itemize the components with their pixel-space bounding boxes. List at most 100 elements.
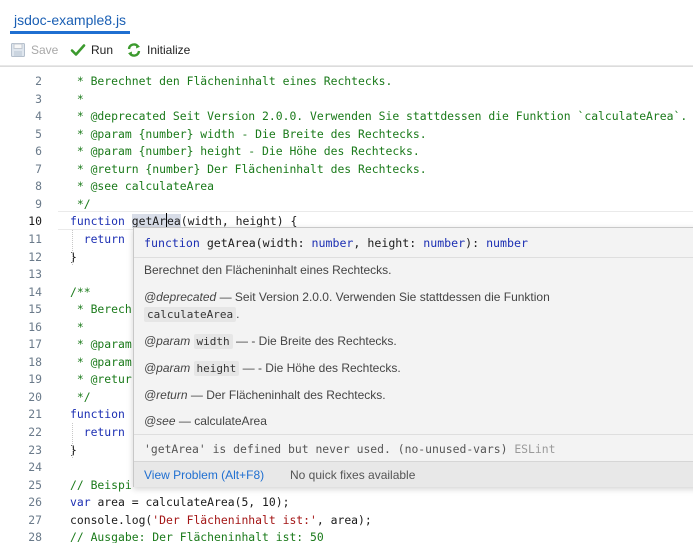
line-number: 25 [28, 477, 42, 492]
code-token: // Beispi [70, 477, 132, 492]
code-token: * Berechnet den Flächeninhalt eines Rech… [70, 74, 393, 88]
save-icon [10, 42, 26, 58]
deprecated-doc: @deprecated — Seit Version 2.0.0. Verwen… [144, 290, 550, 304]
code-token: */ [70, 389, 91, 404]
line-number: 21 [28, 407, 42, 422]
code-text: // Beispi [70, 476, 132, 494]
run-button[interactable]: Run [70, 41, 113, 59]
line-number: 24 [28, 460, 42, 475]
line-number: 8 [35, 179, 42, 194]
code-token: var [70, 495, 98, 510]
function-signature: function getArea(width: number, height: … [144, 236, 528, 250]
code-text: * [70, 90, 84, 108]
code-token: * @param [70, 337, 132, 352]
code-token: return [83, 231, 125, 246]
line-number: 22 [28, 425, 42, 439]
line-number: 4 [35, 109, 42, 124]
line-number: 5 [35, 126, 42, 141]
code-line[interactable]: 26 var area = calculateArea(5, 10); [0, 493, 693, 511]
line-number: 6 [35, 144, 42, 159]
code-line[interactable]: 28 // Ausgabe: Der Flächeninhalt ist: 50 [0, 528, 693, 543]
line-number: 16 [28, 319, 42, 334]
tab-active-indicator [10, 31, 130, 34]
hover-description: Berechnet den Flächeninhalt eines Rechte… [144, 263, 392, 277]
code-text: */ [70, 388, 91, 406]
param-width-doc: @param width — - Die Breite des Rechteck… [144, 334, 397, 349]
see-doc: @see — calculateArea [144, 414, 267, 428]
code-text: * @param {number} height - Die Höhe des … [70, 142, 420, 160]
line-number: 19 [28, 372, 42, 387]
code-line[interactable]: 2 * Berechnet den Flächeninhalt eines Re… [0, 72, 693, 90]
code-token: * @see calculateArea [70, 179, 215, 194]
code-text: * @see calculateArea [70, 177, 214, 195]
hover-actions-bar: View Problem (Alt+F8) No quick fixes ava… [134, 461, 693, 487]
refresh-icon [126, 42, 142, 58]
code-token: * @retur [70, 372, 132, 387]
code-token: * @return {number} Der Flächeninhalt des… [70, 161, 427, 176]
separator [134, 434, 693, 435]
code-text: /** [70, 283, 91, 301]
line-number: 26 [28, 495, 42, 510]
return-doc: @return — Der Flächeninhalt des Rechteck… [144, 388, 386, 402]
code-text: * @param {number} width - Die Breite des… [70, 125, 427, 143]
code-text: // Ausgabe: Der Flächeninhalt ist: 50 [70, 528, 324, 543]
line-number: 12 [28, 249, 42, 264]
run-label: Run [91, 43, 114, 57]
code-token: * [70, 91, 84, 106]
code-token: * Berech [70, 302, 132, 317]
line-number: 2 [35, 74, 42, 88]
deprecated-doc-cont: calculateArea. [144, 307, 239, 322]
save-label: Save [31, 43, 59, 57]
code-token: , area); [316, 512, 372, 527]
code-line[interactable]: 4 * @deprecated Seit Version 2.0.0. Verw… [0, 107, 693, 125]
code-text: * @param [70, 335, 132, 353]
line-number: 9 [35, 196, 42, 211]
code-line[interactable]: 3 * [0, 90, 693, 108]
code-token: // Ausgabe: Der Flächeninhalt ist: 50 [70, 530, 324, 543]
save-button[interactable]: Save [10, 41, 58, 59]
view-problem-link[interactable]: View Problem (Alt+F8) [144, 468, 264, 482]
code-text: * [70, 318, 84, 336]
line-number: 17 [28, 337, 42, 352]
line-number: 3 [35, 91, 42, 106]
line-number: 10 [28, 214, 42, 229]
code-token: function [70, 214, 132, 229]
code-token: * @param {number} width - Die Breite des… [70, 126, 427, 141]
code-text: function [70, 405, 125, 423]
code-text: return [70, 423, 125, 441]
code-text: * @return {number} Der Flächeninhalt des… [70, 160, 427, 178]
code-text: console.log('Der Flächeninhalt ist:', ar… [70, 511, 372, 529]
line-number: 27 [28, 512, 42, 527]
code-line[interactable]: 7 * @return {number} Der Flächeninhalt d… [0, 160, 693, 178]
line-number: 18 [28, 354, 42, 369]
toolbar: Save Run Initialize [0, 35, 693, 66]
line-number: 28 [28, 530, 42, 543]
code-text: */ [70, 195, 91, 213]
code-token: * @param [70, 354, 132, 369]
code-line[interactable]: 9 */ [0, 195, 693, 213]
code-text: * @retur [70, 370, 132, 388]
code-token: * @deprecated Seit Version 2.0.0. Verwen… [70, 109, 688, 124]
code-text: var area = calculateArea(5, 10); [70, 493, 289, 511]
tab-bar: jsdoc-example8.js [0, 0, 693, 35]
code-token: * [70, 319, 84, 334]
code-token: area = calculateArea(5, 10); [97, 495, 290, 510]
code-token: console.log( [70, 512, 153, 527]
code-text: * Berech [70, 300, 132, 318]
code-token: function [70, 407, 125, 422]
code-line[interactable]: 6 * @param {number} height - Die Höhe de… [0, 142, 693, 160]
code-line[interactable]: 27 console.log('Der Flächeninhalt ist:', … [0, 511, 693, 529]
hover-tooltip: function getArea(width: number, height: … [133, 227, 693, 487]
code-token: */ [70, 196, 91, 211]
tab-file[interactable]: jsdoc-example8.js [14, 12, 126, 28]
indent-guide [72, 229, 74, 266]
line-number: 20 [28, 389, 42, 404]
code-line[interactable]: 5 * @param {number} width - Die Breite d… [0, 125, 693, 143]
separator [134, 257, 693, 258]
code-text: return [70, 230, 125, 248]
code-line[interactable]: 8 * @see calculateArea [0, 177, 693, 195]
code-token: return [83, 425, 125, 439]
code-text: * Berechnet den Flächeninhalt eines Rech… [70, 72, 392, 90]
checkmark-icon [70, 42, 86, 58]
initialize-button[interactable]: Initialize [126, 41, 190, 59]
